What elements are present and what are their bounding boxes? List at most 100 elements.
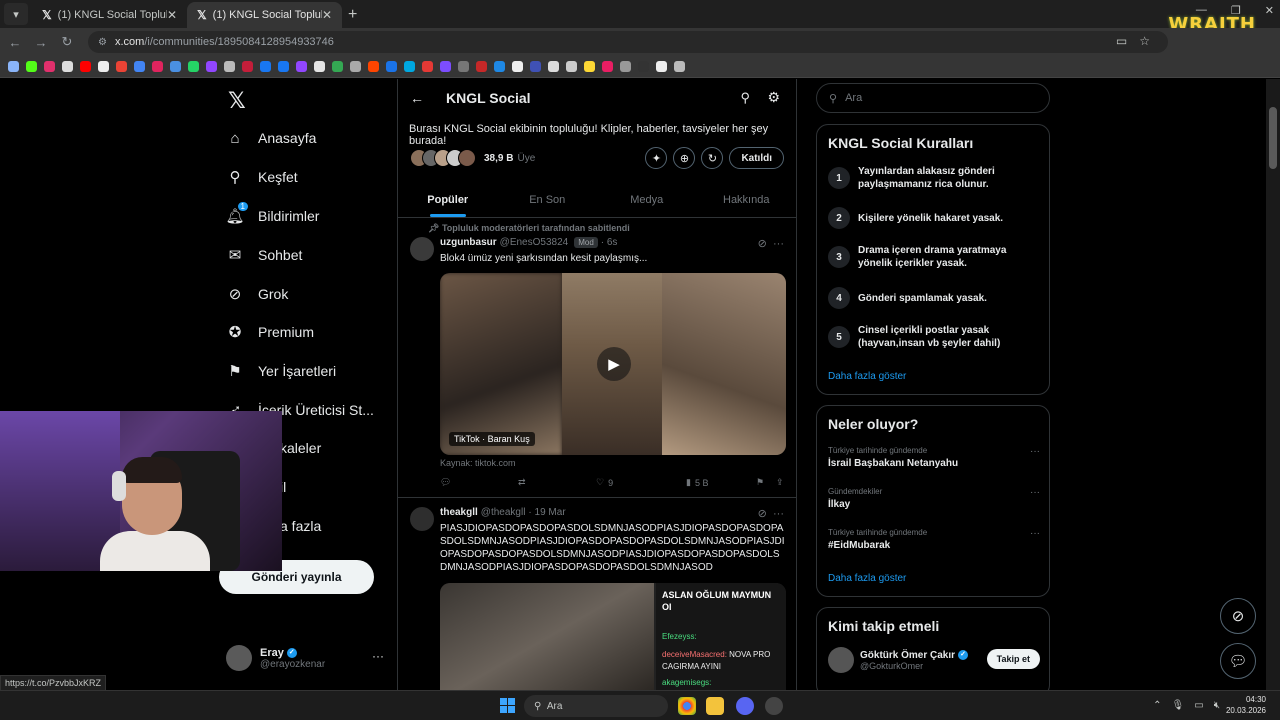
back-icon[interactable]: ← (4, 35, 26, 50)
instagram-bookmark-icon[interactable] (44, 61, 55, 72)
obs-taskbar-icon[interactable] (765, 697, 783, 715)
trend-more-icon[interactable]: ··· (1030, 528, 1040, 539)
new-tab-icon[interactable]: + (348, 6, 357, 24)
forward-icon[interactable]: → (30, 35, 52, 50)
share-community-icon[interactable]: ↻ (701, 147, 724, 169)
tab-popular[interactable]: Popüler (398, 182, 498, 217)
bookmark-icon-22[interactable] (404, 61, 415, 72)
twitch-bookmark-icon[interactable] (296, 61, 307, 72)
volume-icon[interactable]: 🔇︎ (1214, 700, 1220, 711)
bookmark-icon-21[interactable] (386, 61, 397, 72)
follow-button[interactable]: Takip et (986, 649, 1040, 669)
apps-icon[interactable] (8, 61, 19, 72)
share-button[interactable]: ⇪ (776, 477, 784, 488)
invite-user-icon[interactable]: ⊕ (673, 147, 696, 169)
bookmark-star-icon[interactable]: ☆ (1139, 34, 1150, 48)
trend-item[interactable]: Türkiye tarihinde gündemde İsrail Başbak… (828, 446, 1040, 469)
bookmark-icon-28[interactable] (512, 61, 523, 72)
bookmark-icon-23[interactable] (422, 61, 433, 72)
avatar[interactable] (410, 507, 434, 531)
views-button[interactable]: ▮ 5 B (686, 477, 756, 488)
trend-item[interactable]: Gündemdekiler İlkay ··· (828, 487, 1040, 510)
video-player[interactable]: ▶ TikTok · Baran Kuş (440, 273, 786, 455)
grok-explain-icon[interactable]: ⊘ (758, 238, 767, 250)
settings-gear-icon[interactable]: ⚙ (767, 89, 780, 106)
grok-summary-icon[interactable]: ✦ (645, 147, 668, 169)
nav-messages[interactable]: ✉ Sohbet (226, 246, 303, 264)
community-search-icon[interactable]: ⚲ (740, 90, 750, 106)
google-bookmark-icon[interactable] (98, 61, 109, 72)
bookmark-icon-24[interactable] (440, 61, 451, 72)
bookmark-icon-19[interactable] (350, 61, 361, 72)
whatsapp-bookmark-icon[interactable] (188, 61, 199, 72)
chrome-taskbar-icon[interactable] (678, 697, 696, 715)
taskbar-clock[interactable]: 04:30 20.03.2026 (1226, 694, 1266, 716)
reply-button[interactable]: 💬︎ (440, 477, 518, 488)
microphone-icon[interactable]: 🎙︎ (1172, 700, 1185, 711)
bookmark-icon-30[interactable] (548, 61, 559, 72)
browser-tab-2[interactable]: 𝕏 (1) KNGL Social Topluluk / X ✕ (187, 2, 342, 28)
avatar[interactable] (410, 237, 434, 261)
author-name[interactable]: uzgunbasur (440, 237, 497, 248)
bookmark-icon-26[interactable] (476, 61, 487, 72)
site-info-icon[interactable]: ⚙ (98, 37, 107, 48)
like-button[interactable]: ♡ 9 (596, 477, 686, 488)
trend-item[interactable]: Türkiye tarihinde gündemde #EidMubarak ·… (828, 528, 1040, 551)
nav-more[interactable]: a fazla (280, 518, 321, 534)
bookmark-icon-14[interactable] (260, 61, 271, 72)
bookmark-post-button[interactable]: ⚑ (756, 477, 776, 488)
reload-icon[interactable]: ↻ (56, 34, 78, 50)
close-tab-icon[interactable]: ✕ (322, 8, 332, 22)
nav-articles[interactable]: kaleler (280, 440, 321, 456)
bookmark-icon-8[interactable] (152, 61, 163, 72)
bookmark-icon-27[interactable] (494, 61, 505, 72)
bookmark-icon-32[interactable] (584, 61, 595, 72)
post-more-icon[interactable]: ··· (773, 508, 784, 520)
scrollbar[interactable] (1266, 79, 1280, 690)
show-more-rules-link[interactable]: Daha fazla göster (828, 371, 906, 382)
tab-search-icon[interactable]: ▾ (4, 3, 28, 25)
follow-suggestion[interactable]: Göktürk Ömer Çakır ✓ @GokturkOmer Takip e… (828, 647, 1040, 673)
show-more-trends-link[interactable]: Daha fazla göster (828, 573, 906, 584)
more-icon[interactable]: ··· (372, 649, 384, 663)
bookmark-icon-11[interactable] (206, 61, 217, 72)
bookmark-icon-33[interactable] (602, 61, 613, 72)
trend-more-icon[interactable]: ··· (1030, 446, 1040, 457)
post-more-icon[interactable]: ··· (773, 238, 784, 250)
back-arrow-icon[interactable]: ← (410, 90, 424, 106)
file-explorer-taskbar-icon[interactable] (706, 697, 724, 715)
author-handle[interactable]: @theakgll (481, 507, 526, 518)
nav-notifications[interactable]: 🔔︎ 1 Bildirimler (225, 202, 319, 225)
bookmark-icon-25[interactable] (458, 61, 469, 72)
bookmark-icon-31[interactable] (566, 61, 577, 72)
network-icon[interactable]: ▭ (1194, 700, 1203, 711)
link-source[interactable]: Kaynak: tiktok.com (440, 458, 516, 468)
account-switcher[interactable]: Eray ✓ @erayozkenar ··· (226, 643, 386, 673)
author-name[interactable]: theakgll (440, 507, 478, 518)
bookmark-icon-7[interactable] (134, 61, 145, 72)
messages-fab-icon[interactable]: 💬︎ (1220, 643, 1256, 679)
close-tab-icon[interactable]: ✕ (167, 8, 177, 22)
bookmark-icon-29[interactable] (530, 61, 541, 72)
facebook-bookmark-icon[interactable] (278, 61, 289, 72)
nav-bookmarks[interactable]: ⚑ Yer İşaretleri (226, 362, 336, 380)
repost-button[interactable]: ⇄ (518, 477, 596, 488)
search-input[interactable]: ⚲ Ara (816, 83, 1050, 113)
nav-explore[interactable]: ⚲ Keşfet (226, 168, 298, 186)
nav-home[interactable]: ⌂ Anasayfa (226, 129, 316, 147)
bookmark-icon-13[interactable] (242, 61, 253, 72)
scrollbar-thumb[interactable] (1269, 107, 1277, 169)
tab-about[interactable]: Hakkında (697, 182, 797, 217)
bookmark-icon-12[interactable] (224, 61, 235, 72)
url-field[interactable]: ⚙ x.com/i/communities/189508412895493374… (88, 31, 1168, 53)
bookmark-icon-37[interactable] (674, 61, 685, 72)
bookmark-icon-9[interactable] (170, 61, 181, 72)
bookmark-icon-34[interactable] (620, 61, 631, 72)
play-icon[interactable]: ▶ (597, 347, 631, 381)
tab-media[interactable]: Medya (597, 182, 697, 217)
youtube-bookmark-icon[interactable] (80, 61, 91, 72)
browser-tab-1[interactable]: 𝕏 (1) KNGL Social Topluluk / X ✕ (32, 2, 187, 28)
tab-latest[interactable]: En Son (498, 182, 598, 217)
discord-taskbar-icon[interactable] (736, 697, 754, 715)
tray-expand-icon[interactable]: ⌃ (1153, 700, 1161, 711)
